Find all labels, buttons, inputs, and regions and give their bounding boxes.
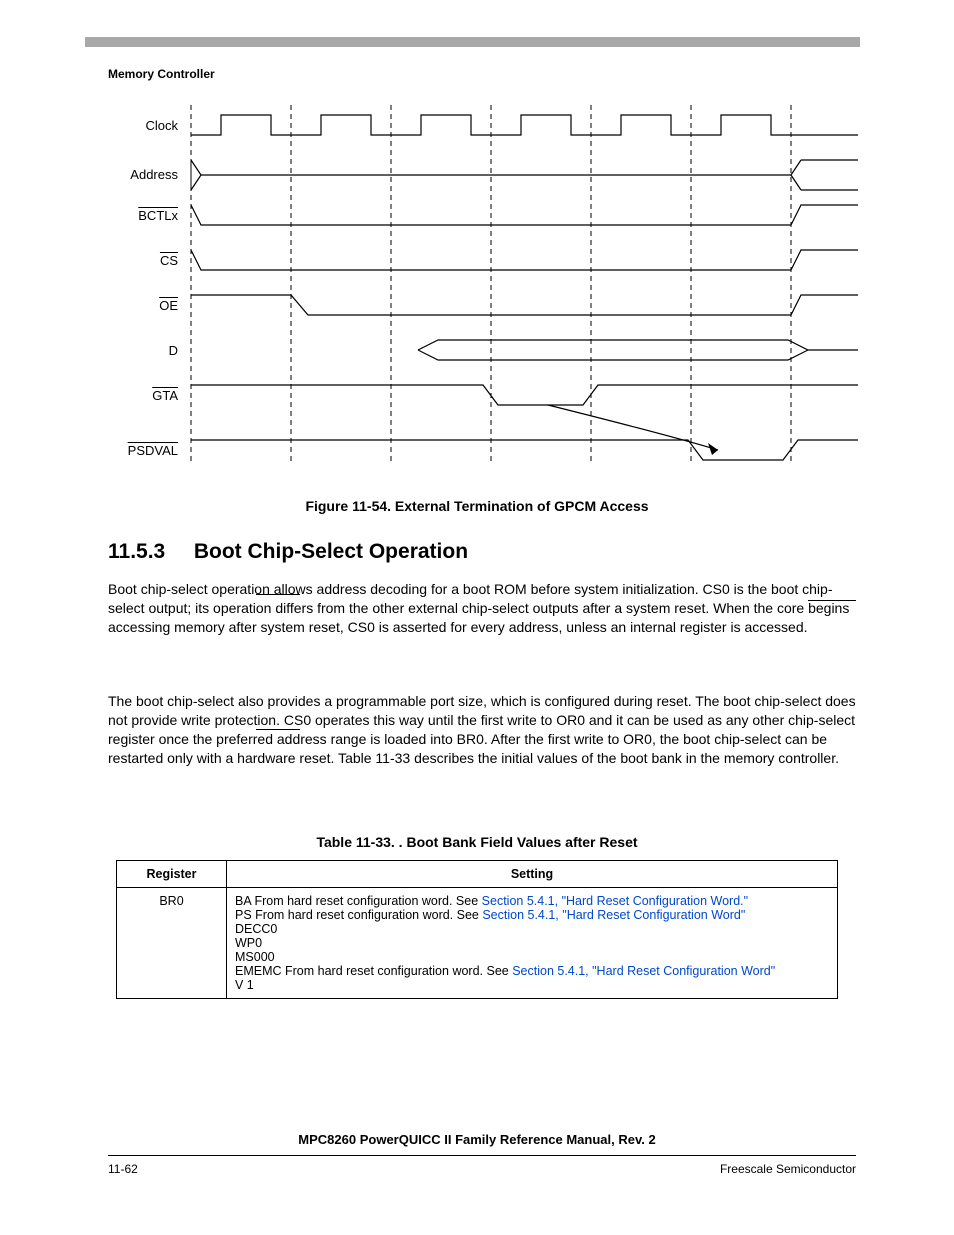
top-gray-bar — [85, 37, 860, 47]
footer-doc-title: MPC8260 PowerQUICC II Family Reference M… — [0, 1132, 954, 1147]
setting-text: DECC0 — [235, 922, 829, 936]
setting-text: MS000 — [235, 950, 829, 964]
body-paragraph-1: Boot chip-select operation allows addres… — [108, 580, 856, 637]
footer-rule — [108, 1155, 856, 1156]
signal-label-gta: GTA — [108, 388, 178, 403]
setting-text: EMEMC From hard reset configuration word… — [235, 964, 512, 978]
setting-text: WP0 — [235, 936, 829, 950]
col-header-register: Register — [117, 861, 227, 888]
col-header-setting: Setting — [227, 861, 838, 888]
table-caption: Table 11-33. . Boot Bank Field Values af… — [0, 834, 954, 850]
timing-diagram: Clock Address BCTLx CS OE D GTA PSDVAL — [108, 105, 860, 470]
xref-link[interactable]: Section 5.4.1, "Hard Reset Configuration… — [482, 908, 745, 922]
signal-label-address: Address — [108, 167, 178, 182]
signal-label-bctlx: BCTLx — [108, 208, 178, 223]
signal-label-cs: CS — [108, 253, 178, 268]
xref-link[interactable]: Section 5.4.1, "Hard Reset Configuration… — [512, 964, 775, 978]
cell-setting: BA From hard reset configuration word. S… — [227, 888, 838, 999]
boot-bank-table: Register Setting BR0 BA From hard reset … — [116, 860, 838, 999]
table-row: BR0 BA From hard reset configuration wor… — [117, 888, 838, 999]
signal-label-psdval: PSDVAL — [108, 443, 178, 458]
setting-text: PS From hard reset configuration word. S… — [235, 908, 482, 922]
footer-company: Freescale Semiconductor — [720, 1162, 856, 1176]
section-title: Boot Chip-Select Operation — [194, 540, 468, 563]
page-number: 11-62 — [108, 1162, 138, 1176]
setting-text: V 1 — [235, 978, 829, 992]
signal-label-clock: Clock — [108, 118, 178, 133]
signal-label-d: D — [108, 343, 178, 358]
section-number: 11.5.3 — [108, 540, 188, 564]
xref-link[interactable]: Section 5.4.1, "Hard Reset Configuration… — [482, 894, 748, 908]
body-paragraph-2: The boot chip-select also provides a pro… — [108, 692, 856, 768]
section-heading: 11.5.3 Boot Chip-Select Operation — [108, 540, 468, 564]
setting-text: BA From hard reset configuration word. S… — [235, 894, 482, 908]
figure-caption: Figure 11-54. External Termination of GP… — [0, 498, 954, 514]
cell-register: BR0 — [117, 888, 227, 999]
signal-label-oe: OE — [108, 298, 178, 313]
chapter-header: Memory Controller — [108, 67, 215, 81]
